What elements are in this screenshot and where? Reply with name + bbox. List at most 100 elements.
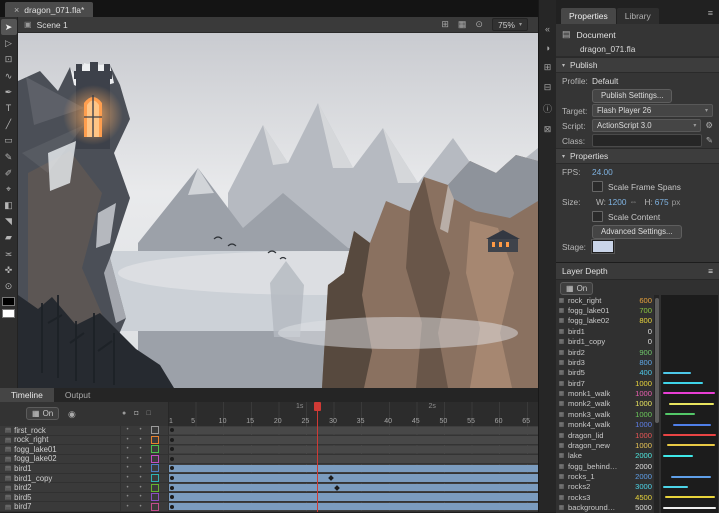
outline-color-swatch[interactable] bbox=[151, 493, 159, 502]
lock-dot[interactable]: • bbox=[134, 446, 147, 452]
keyframe-diamond[interactable] bbox=[333, 484, 340, 491]
depth-bar[interactable] bbox=[665, 413, 695, 415]
layer-depth-row[interactable]: ▦ lake 2000 bbox=[558, 451, 652, 461]
playhead-handle[interactable] bbox=[314, 402, 322, 411]
layer-depth-value[interactable]: 2000 bbox=[629, 451, 652, 460]
layer-depth-row[interactable]: ▦ fogg_lake01 700 bbox=[558, 305, 652, 315]
tween-span[interactable] bbox=[169, 483, 538, 492]
layer-depth-value[interactable]: 3000 bbox=[629, 482, 652, 491]
layer-depth-value[interactable]: 900 bbox=[629, 348, 652, 357]
info-panel-icon[interactable]: ⓘ bbox=[540, 102, 556, 115]
layer-depth-name[interactable]: monk3_walk bbox=[568, 410, 626, 419]
visibility-dot[interactable]: • bbox=[121, 494, 134, 500]
layer-depth-value[interactable]: 400 bbox=[629, 368, 652, 377]
timeline-layer-row[interactable]: ▤ rock_right • • bbox=[0, 435, 538, 446]
layer-depth-row[interactable]: ▦ rocks_1 2000 bbox=[558, 471, 652, 481]
tween-span[interactable] bbox=[169, 464, 538, 473]
layer-depth-name[interactable]: bird7 bbox=[568, 379, 626, 388]
layer-depth-name[interactable]: monk2_walk bbox=[568, 399, 626, 408]
hand-tool[interactable]: ✜ bbox=[1, 262, 17, 278]
bone-tool[interactable]: ⌖ bbox=[1, 181, 17, 197]
edit-scene-icon[interactable]: ▦ bbox=[458, 19, 467, 30]
depth-bar[interactable] bbox=[671, 476, 711, 478]
depth-bar[interactable] bbox=[663, 486, 688, 488]
timeline-layer-row[interactable]: ▤ bird1_copy • • bbox=[0, 474, 538, 484]
layer-depth-row[interactable]: ▦ fogg_lake02 800 bbox=[558, 316, 652, 326]
keyframe-dot[interactable] bbox=[170, 447, 174, 452]
selection-tool[interactable]: ➤ bbox=[0, 19, 17, 36]
rectangle-tool[interactable]: ▭ bbox=[1, 132, 17, 148]
layer-depth-value[interactable]: 0 bbox=[629, 337, 652, 346]
keyframe-dot[interactable] bbox=[170, 466, 174, 471]
layer-depth-value[interactable]: 600 bbox=[629, 296, 652, 305]
static-span[interactable] bbox=[169, 455, 538, 463]
layer-frames[interactable] bbox=[168, 492, 538, 503]
layer-depth-row[interactable]: ▦ monk1_walk 1000 bbox=[558, 388, 652, 398]
layer-depth-name[interactable]: monk1_walk bbox=[568, 389, 626, 398]
height-value[interactable]: 675 bbox=[655, 197, 669, 207]
layer-depth-row[interactable]: ▦ rocks3 4500 bbox=[558, 492, 652, 502]
lock-dot[interactable]: • bbox=[134, 465, 147, 471]
layer-depth-row[interactable]: ▦ rocks2 3000 bbox=[558, 482, 652, 492]
document-tab[interactable]: × dragon_071.fla* bbox=[5, 2, 94, 17]
zoom-level-select[interactable]: 75% ▾ bbox=[491, 18, 528, 31]
layer-depth-name[interactable]: dragon_new bbox=[568, 441, 626, 450]
outline-all-icon[interactable]: □ bbox=[146, 410, 150, 417]
line-tool[interactable]: ╱ bbox=[1, 116, 17, 132]
outline-color-swatch[interactable] bbox=[151, 464, 159, 473]
publish-settings-button[interactable]: Publish Settings... bbox=[592, 88, 673, 103]
layer-depth-name[interactable]: rocks3 bbox=[568, 493, 626, 502]
center-stage-icon[interactable]: ⊞ bbox=[441, 19, 449, 30]
layer-depth-menu-icon[interactable]: ≡ bbox=[708, 266, 713, 276]
advanced-settings-button[interactable]: Advanced Settings... bbox=[592, 224, 682, 239]
visibility-dot[interactable]: • bbox=[121, 504, 134, 510]
layer-depth-graph[interactable] bbox=[661, 295, 718, 513]
layer-depth-scrollbar[interactable] bbox=[654, 295, 659, 513]
layer-depth-row[interactable]: ▦ bird3 800 bbox=[558, 357, 652, 367]
depth-bar[interactable] bbox=[663, 455, 693, 457]
keyframe-dot[interactable] bbox=[170, 476, 174, 480]
keyframe-dot[interactable] bbox=[170, 485, 174, 490]
layer-depth-row[interactable]: ▦ rock_right 600 bbox=[558, 295, 652, 305]
keyframe-dot[interactable] bbox=[170, 437, 174, 442]
keyframe-diamond[interactable] bbox=[328, 475, 334, 481]
visibility-dot[interactable]: • bbox=[121, 456, 134, 462]
lock-dot[interactable]: • bbox=[134, 504, 147, 510]
edit-class-icon[interactable]: ✎ bbox=[706, 135, 713, 146]
timeline-layer-row[interactable]: ▤ bird2 • • bbox=[0, 483, 538, 493]
class-input[interactable] bbox=[592, 134, 702, 147]
brush-tool[interactable]: ✐ bbox=[1, 165, 17, 181]
text-tool[interactable]: T bbox=[1, 100, 17, 116]
layer-depth-name[interactable]: fogg_behind… bbox=[568, 462, 626, 471]
layer-depth-value[interactable]: 1000 bbox=[629, 379, 652, 388]
layer-depth-value[interactable]: 2000 bbox=[629, 462, 652, 471]
layer-frames[interactable] bbox=[168, 454, 538, 465]
layer-depth-name[interactable]: rocks_1 bbox=[568, 472, 626, 481]
timeline-layer-row[interactable]: ▤ bird7 • • bbox=[0, 502, 538, 512]
stage-canvas[interactable] bbox=[18, 33, 538, 388]
keyframe-dot[interactable] bbox=[170, 456, 174, 461]
layer-depth-name[interactable]: bird1_copy bbox=[568, 337, 626, 346]
layer-depth-name[interactable]: bird1 bbox=[568, 327, 626, 336]
eyedropper-tool[interactable]: ◥ bbox=[1, 213, 17, 229]
tab-timeline[interactable]: Timeline bbox=[0, 388, 54, 402]
timeline-layer-row[interactable]: ▤ fogg_lake01 • • bbox=[0, 445, 538, 455]
timeline-layer-row[interactable]: ▤ bird5 • • bbox=[0, 493, 538, 503]
panel-menu-icon[interactable]: ≡ bbox=[708, 8, 713, 18]
layer-depth-row[interactable]: ▦ fogg_behind… 2000 bbox=[558, 461, 652, 471]
subselection-tool[interactable]: ▷ bbox=[1, 35, 17, 51]
keyframe-dot[interactable] bbox=[170, 428, 174, 433]
depth-bar[interactable] bbox=[663, 434, 716, 436]
transform-panel-icon[interactable]: ⊠ bbox=[540, 124, 556, 135]
outline-color-swatch[interactable] bbox=[151, 474, 159, 482]
outline-color-swatch[interactable] bbox=[151, 483, 159, 492]
properties-section-header[interactable]: ▾ Properties bbox=[556, 148, 719, 164]
visibility-dot[interactable]: • bbox=[121, 437, 134, 443]
target-select[interactable]: Flash Player 26 ▾ bbox=[592, 104, 713, 117]
outline-color-swatch[interactable] bbox=[151, 435, 159, 444]
static-span[interactable] bbox=[169, 436, 538, 444]
show-hide-all-icon[interactable]: ● bbox=[122, 410, 126, 417]
layer-frames[interactable] bbox=[168, 483, 538, 493]
lasso-tool[interactable]: ∿ bbox=[1, 68, 17, 84]
lock-dot[interactable]: • bbox=[134, 494, 147, 500]
